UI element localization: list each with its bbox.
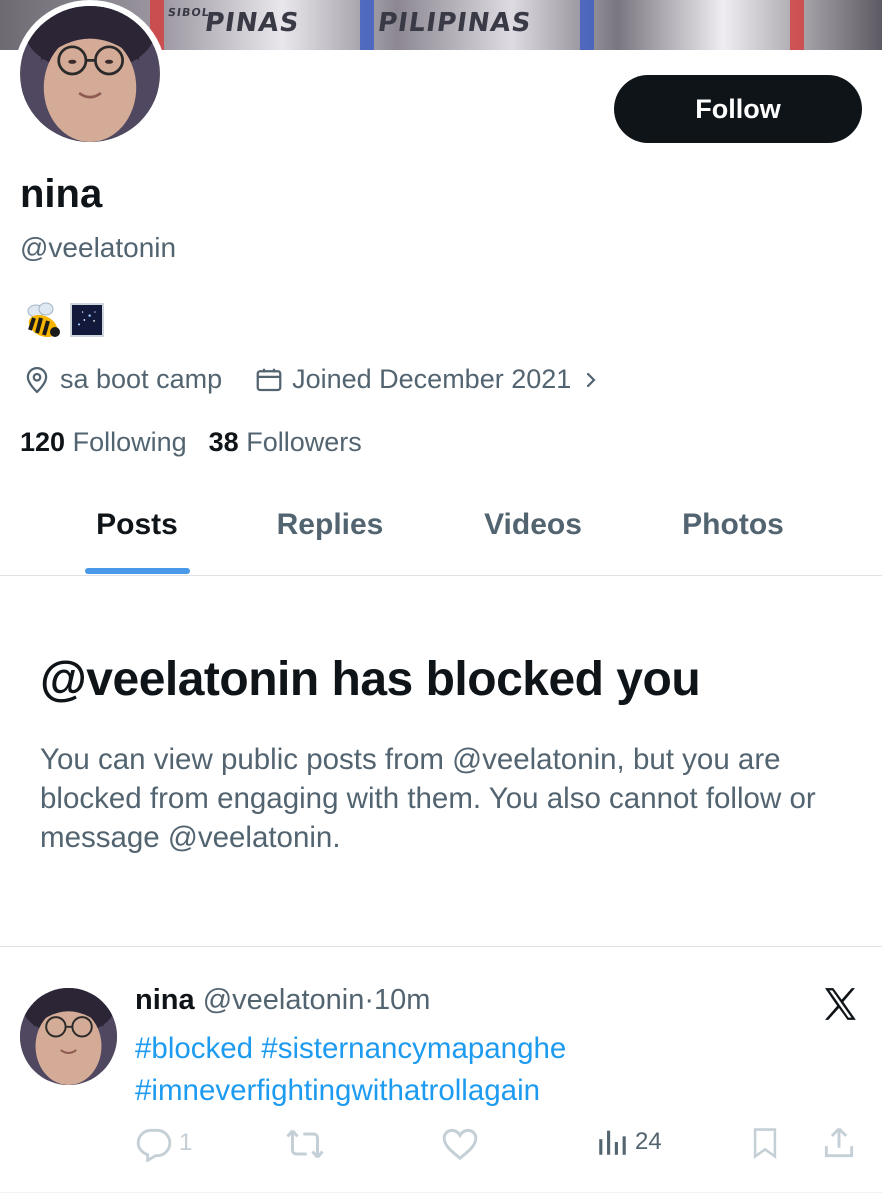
banner-stripe [580,0,594,50]
views-icon [599,1130,626,1155]
heart-icon [442,1128,478,1161]
post-bottom-border [0,1192,882,1193]
blocked-title: @veelatonin has blocked you [40,653,701,706]
avatar-image [20,988,117,1085]
post-separator: · [364,984,375,1016]
post-actions: 1 24 [0,1124,882,1170]
following-label: Following [72,427,187,457]
views-count: 24 [635,1128,662,1155]
bee-emoji-icon [27,302,60,338]
joined-item[interactable]: Joined December 2021 [254,364,611,395]
banner-jersey-text: SIBOL [167,6,211,19]
avatar-face-illustration [22,6,158,142]
followers-count: 38 [208,427,239,457]
follow-counts: 120 Following 38 Followers [20,427,362,458]
section-divider [0,946,882,947]
post-author-handle[interactable]: @veelatonin [203,984,365,1016]
joined-text: Joined December 2021 [292,364,572,394]
x-logo-icon[interactable] [820,984,860,1024]
reply-icon [136,1128,172,1162]
followers-label: Followers [246,427,362,457]
banner-stripe [790,0,804,50]
repost-icon [286,1129,324,1159]
profile-bio [22,300,104,340]
banner-stripe [360,0,374,50]
profile-display-name: nina [20,172,103,216]
profile-handle: @veelatonin [20,232,177,263]
bookmark-icon [753,1128,777,1159]
active-tab-indicator [85,568,190,574]
post-text: #blocked #sisternancymapanghe #imneverfi… [135,1028,835,1112]
repost-button[interactable] [285,1124,325,1164]
bookmark-button[interactable] [748,1124,782,1162]
profile-tabs: Posts Replies Videos Photos [0,492,882,576]
location-text: sa boot camp [60,364,223,394]
post-header: nina @veelatonin·10m [135,984,430,1017]
hashtag-line[interactable]: #imneverfightingwithatrollagain [135,1070,835,1112]
chevron-right-icon [587,372,596,387]
post-time[interactable]: 10m [374,984,430,1016]
views-button[interactable]: 24 [595,1124,662,1160]
tab-videos[interactable]: Videos [484,508,582,542]
tab-photos[interactable]: Photos [682,508,784,542]
calendar-icon [256,368,282,391]
banner-jersey-text: PINAS [202,8,302,38]
post-avatar[interactable] [20,988,117,1085]
location-item: sa boot camp [22,364,222,395]
tab-replies[interactable]: Replies [277,508,384,542]
reply-count: 1 [179,1129,193,1156]
following-link[interactable]: 120 Following [20,427,187,458]
tab-posts[interactable]: Posts [96,508,178,542]
follow-button[interactable]: Follow [614,75,862,143]
followers-link[interactable]: 38 Followers [209,427,362,458]
like-button[interactable] [440,1124,480,1164]
reply-button[interactable]: 1 [135,1124,192,1162]
banner-jersey-text: PILIPINAS [375,8,534,38]
profile-meta: sa boot camp Joined December 2021 [22,364,611,395]
blocked-description: You can view public posts from @veelaton… [40,743,816,854]
avatar-image [20,6,160,142]
following-count: 120 [20,427,66,457]
location-pin-icon [26,366,48,393]
profile-avatar[interactable] [14,0,166,148]
hashtag-line[interactable]: #blocked #sisternancymapanghe [135,1028,835,1070]
share-button[interactable] [820,1124,858,1162]
avatar-face-illustration [20,988,117,1085]
share-icon [824,1127,854,1158]
post-author-name[interactable]: nina [135,984,195,1016]
starry-sky-emoji-icon [70,303,104,337]
